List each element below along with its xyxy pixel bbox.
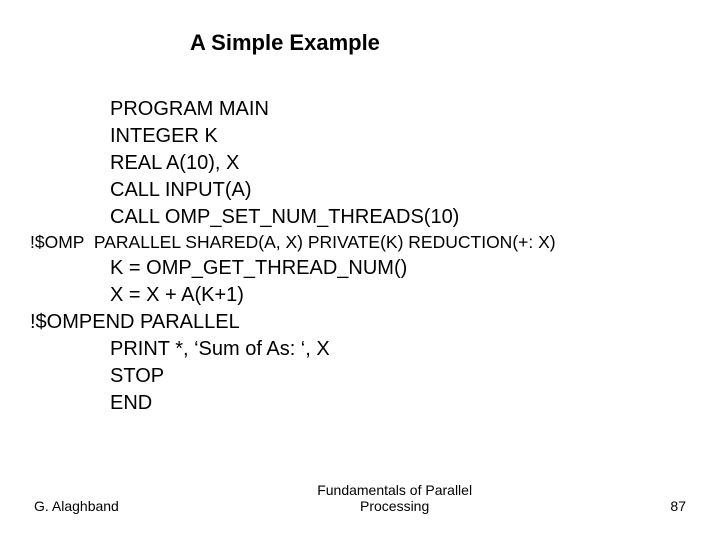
code-block: PROGRAM MAIN INTEGER K REAL A(10), X CAL… xyxy=(30,96,690,482)
code-line: STOP xyxy=(30,363,690,390)
code-line: PRINT *, ‘Sum of As: ‘, X xyxy=(30,336,690,363)
code-line: X = X + A(K+1) xyxy=(30,282,690,309)
code-line: K = OMP_GET_THREAD_NUM() xyxy=(30,255,690,282)
slide-title: A Simple Example xyxy=(190,30,690,56)
footer-title-line1: Fundamentals of Parallel xyxy=(119,482,671,498)
code-line: INTEGER K xyxy=(30,123,690,150)
footer-author: G. Alaghband xyxy=(34,498,119,514)
footer-title: Fundamentals of Parallel Processing xyxy=(119,482,671,514)
code-line: REAL A(10), X xyxy=(30,150,690,177)
code-line-directive: !$OMPEND PARALLEL xyxy=(30,309,690,336)
code-line: CALL OMP_SET_NUM_THREADS(10) xyxy=(30,204,690,231)
footer-title-line2: Processing xyxy=(119,498,671,514)
footer: G. Alaghband Fundamentals of Parallel Pr… xyxy=(30,482,690,520)
code-line: PROGRAM MAIN xyxy=(30,96,690,123)
code-line: END xyxy=(30,390,690,417)
code-line: CALL INPUT(A) xyxy=(30,177,690,204)
slide-content: A Simple Example PROGRAM MAIN INTEGER K … xyxy=(0,0,720,540)
page-number: 87 xyxy=(670,498,686,514)
code-line-directive: !$OMP PARALLEL SHARED(A, X) PRIVATE(K) R… xyxy=(30,231,690,255)
